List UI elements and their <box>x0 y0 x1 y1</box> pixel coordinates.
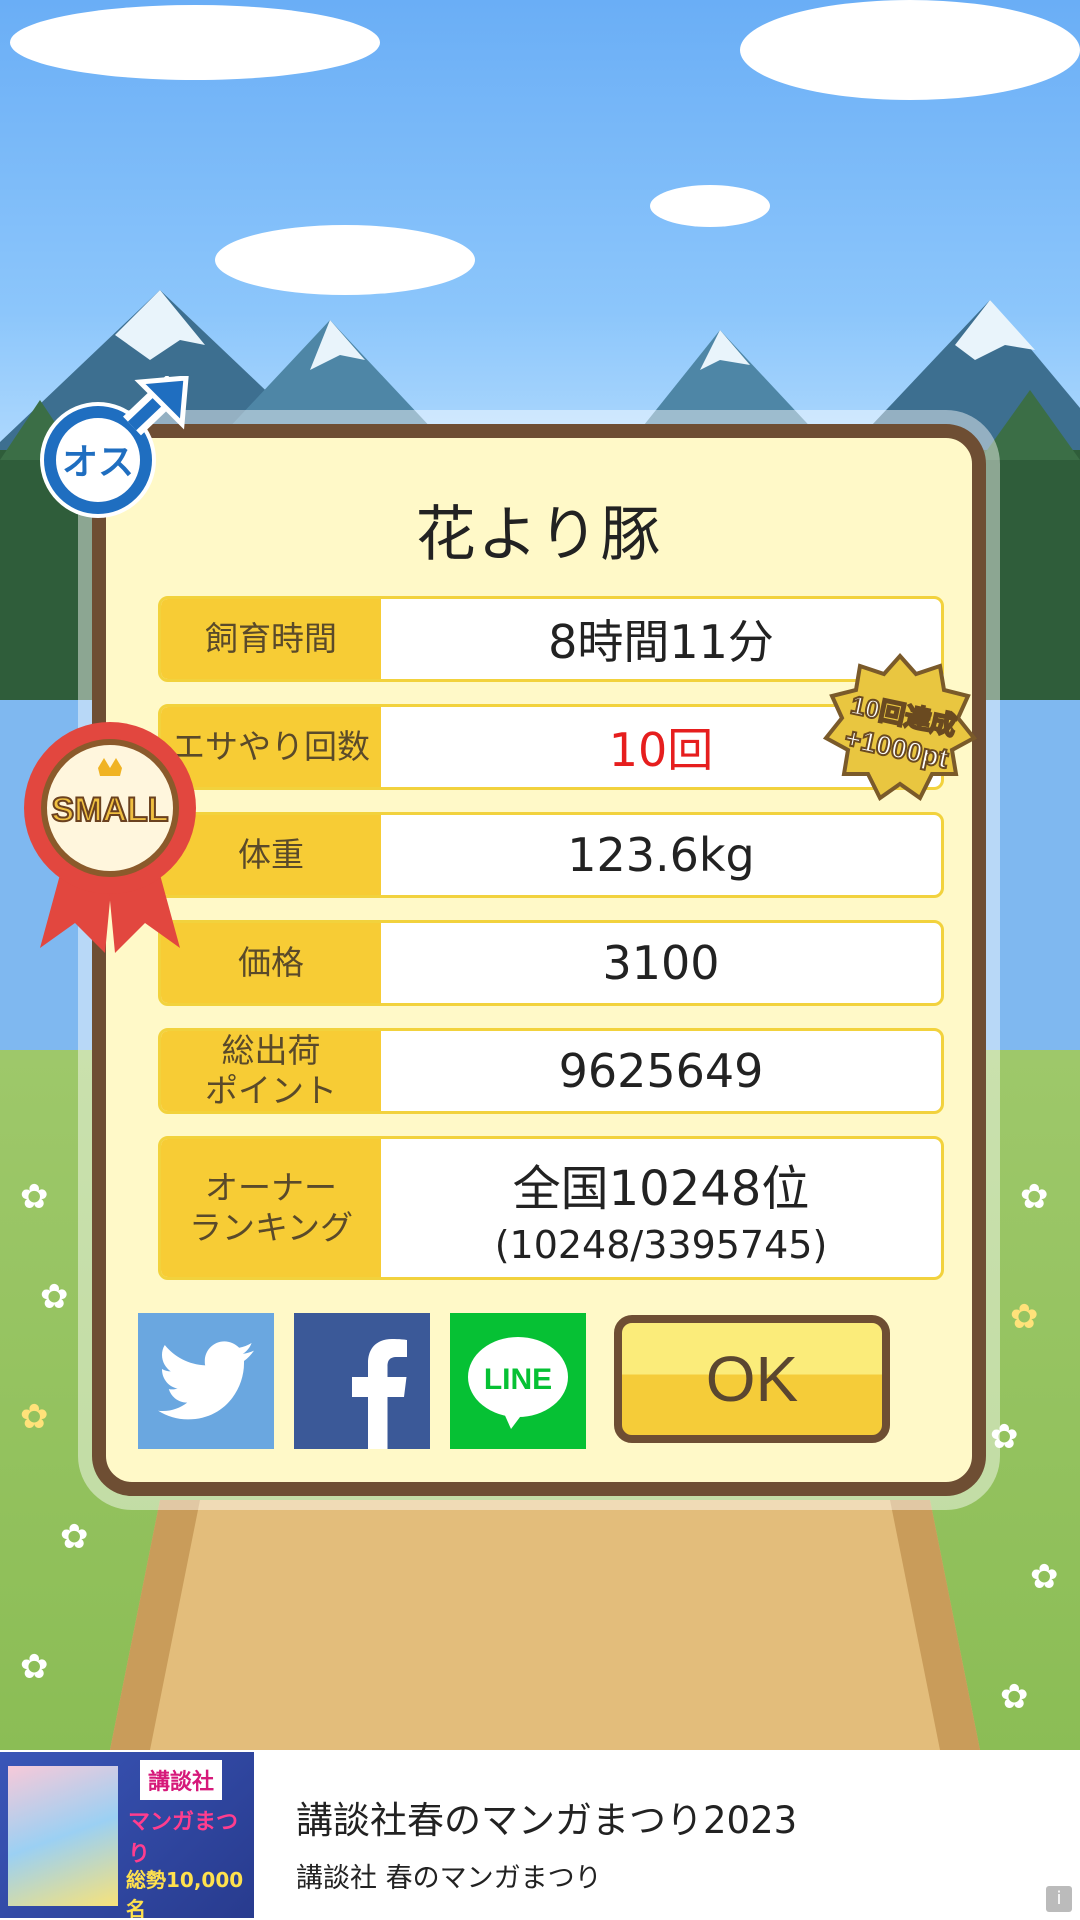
flower: ✿ <box>1030 1557 1059 1597</box>
ranking-detail: (10248/3395745) <box>494 1223 828 1267</box>
stat-row-total-points: 総出荷 ポイント 9625649 <box>158 1028 944 1114</box>
flower: ✿ <box>990 1417 1019 1457</box>
cloud <box>740 0 1080 100</box>
flower: ✿ <box>20 1397 49 1437</box>
facebook-share-button[interactable] <box>294 1313 430 1449</box>
flower: ✿ <box>1010 1297 1039 1337</box>
ad-image-event: マンガまつり <box>128 1810 239 1867</box>
stat-label: 総出荷 ポイント <box>161 1031 381 1111</box>
ranking-position: 全国10248位 <box>512 1161 810 1217</box>
line-logo-text: LINE <box>484 1363 552 1396</box>
stat-value: 全国10248位 (10248/3395745) <box>381 1139 941 1277</box>
ad-image-art <box>8 1766 118 1906</box>
flower: ✿ <box>60 1517 89 1557</box>
twitter-share-button[interactable] <box>138 1313 274 1449</box>
pig-name-title: 花より豚 <box>415 500 663 570</box>
ad-subtitle[interactable]: 講談社 春のマンガまつり <box>296 1856 602 1895</box>
cloud <box>650 185 770 227</box>
stat-value: 9625649 <box>558 1044 764 1098</box>
gender-label: オス <box>62 442 134 483</box>
ad-info-icon[interactable]: i <box>1046 1886 1072 1912</box>
line-share-button[interactable]: LINE <box>450 1313 586 1449</box>
facebook-f-icon <box>352 1339 407 1449</box>
size-ribbon-icon: SMALL <box>24 722 196 953</box>
achievement-badge-icon: 10回達成 +1000pt <box>822 652 978 801</box>
flower: ✿ <box>20 1177 49 1217</box>
line-logo-icon: LINE <box>468 1337 568 1429</box>
cloud <box>10 5 380 80</box>
flower: ✿ <box>1000 1677 1029 1717</box>
ad-title[interactable]: 講談社春のマンガまつり2023 <box>296 1790 797 1844</box>
stat-value: 123.6kg <box>567 828 755 882</box>
flower: ✿ <box>40 1277 69 1317</box>
ok-button[interactable]: OK <box>614 1315 890 1443</box>
stat-row-price: 価格 3100 <box>158 920 944 1006</box>
stat-label: オーナー ランキング <box>161 1139 381 1277</box>
stat-label: 飼育時間 <box>161 599 381 679</box>
flower: ✿ <box>1020 1177 1049 1217</box>
ad-image[interactable]: 講談社 マンガまつり 総勢10,000名 <box>0 1752 254 1918</box>
male-gender-icon: オス <box>40 376 189 518</box>
pig-result-panel: 花より豚 飼育時間 8時間11分 エサやり回数 10回 体重 123.6kg 価… <box>92 424 986 1496</box>
ad-image-prize: 総勢10,000名 <box>126 1868 244 1918</box>
stat-row-weight: 体重 123.6kg <box>158 812 944 898</box>
stat-value: 3100 <box>602 936 720 990</box>
twitter-bird-icon <box>158 1341 254 1420</box>
stat-row-owner-ranking: オーナー ランキング 全国10248位 (10248/3395745) <box>158 1136 944 1280</box>
flower: ✿ <box>20 1647 49 1687</box>
size-label: SMALL <box>51 791 168 829</box>
ad-banner[interactable]: 講談社 マンガまつり 総勢10,000名 講談社春のマンガまつり2023 講談社… <box>0 1750 1080 1920</box>
ad-image-brand: 講談社 <box>140 1760 223 1800</box>
